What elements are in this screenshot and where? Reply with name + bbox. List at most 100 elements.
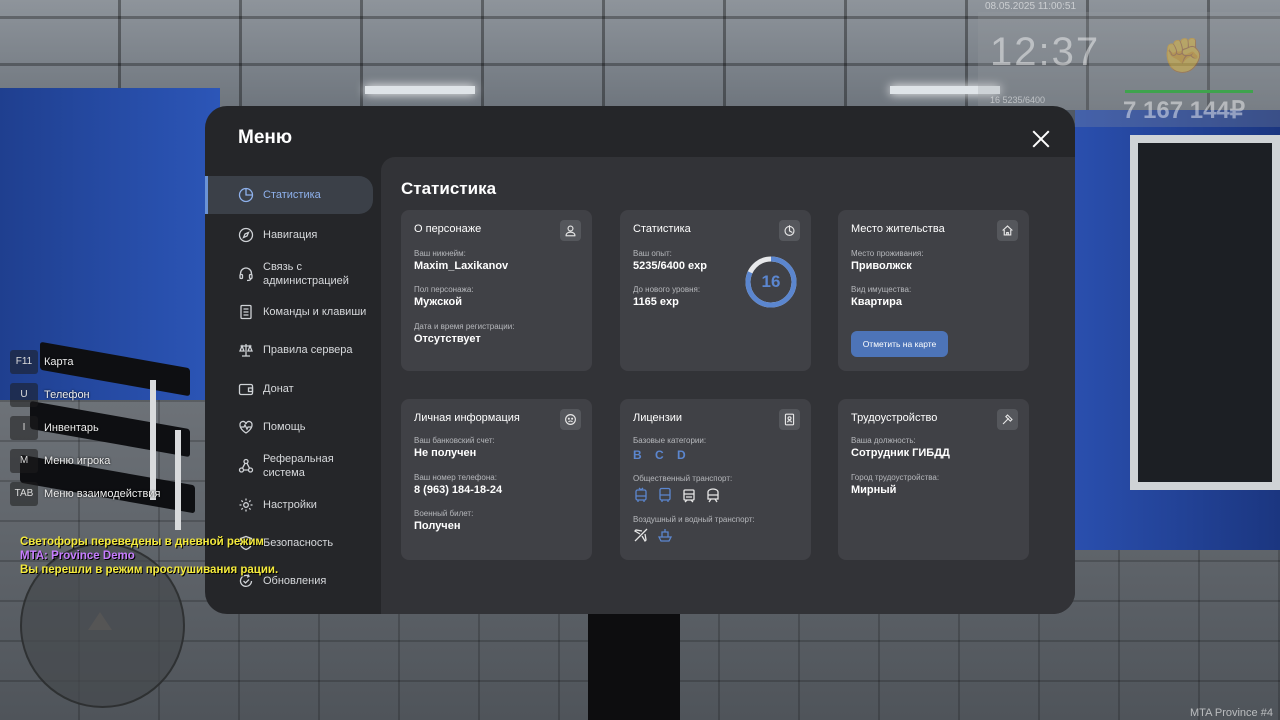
residence-place-label: Место проживания: — [851, 249, 924, 258]
bank-account-label: Ваш банковский счет: — [414, 436, 495, 445]
sidebar-item-label: Навигация — [263, 229, 318, 241]
card-residence: Место жительства Место проживания: Приво… — [838, 210, 1029, 371]
window — [1130, 135, 1280, 490]
hud-level-xp: 16 5235/6400 — [990, 95, 1046, 105]
phone-number-value: 8 (963) 184-18-24 — [414, 484, 503, 496]
hotkey-key: F11 — [10, 349, 38, 374]
hotkey-list: F11 Карта U Телефон I Инвентарь M Меню и… — [10, 345, 170, 510]
property-type-label: Вид имущества: — [851, 285, 912, 294]
hotkey-player-menu: M Меню игрока — [10, 444, 170, 477]
base-categories-value: B C D — [633, 448, 691, 462]
military-id-value: Получен — [414, 520, 461, 532]
bench-leg — [175, 430, 181, 530]
level-number: 16 — [761, 272, 781, 291]
property-type-value: Квартира — [851, 296, 903, 308]
next-level-label: До нового уровня: — [633, 285, 701, 294]
public-transport-label: Общественный транспорт: — [633, 474, 733, 483]
bus-icon — [659, 487, 671, 502]
sidebar-item-label: Правила сервера — [263, 344, 353, 356]
nickname-value: Maxim_Laxikanov — [414, 260, 509, 272]
hud-health-bar — [1125, 90, 1253, 93]
sidebar-item-help[interactable]: Помощь — [205, 408, 373, 446]
job-position-label: Ваша должность: — [851, 436, 916, 445]
ceiling-light — [365, 86, 475, 94]
military-id-label: Военный билет: — [414, 509, 474, 518]
card-title: Место жительства — [851, 223, 945, 235]
chat-line: Вы перешли в режим прослушивания рации. — [20, 564, 279, 576]
chat-line: Светофоры переведены в дневной режим — [20, 536, 264, 548]
sidebar-item-label: Реферальная система — [263, 453, 334, 479]
bank-account-value: Не получен — [414, 447, 477, 459]
hud-money: 7 167 144₽ — [1123, 97, 1246, 124]
base-categories-label: Базовые категории: — [633, 436, 707, 445]
sidebar-item-statistics[interactable]: Статистика — [205, 176, 373, 214]
card-title: Трудоустройство — [851, 412, 938, 424]
wallet-icon — [238, 383, 254, 396]
id-card-icon — [779, 409, 800, 430]
sidebar-item-label: Помощь — [263, 421, 306, 433]
heart-pulse-icon — [239, 420, 253, 434]
phone-number-label: Ваш номер телефона: — [414, 473, 497, 482]
sidebar-item-admin-contact[interactable]: Связь с администрацией — [205, 254, 373, 294]
nickname-label: Ваш никнейм: — [414, 249, 466, 258]
sidebar-item-rules[interactable]: Правила сервера — [205, 331, 373, 369]
sidebar-item-label: Связь с администрацией — [263, 261, 349, 287]
hotkey-key: TAB — [10, 481, 38, 506]
sidebar-item-commands[interactable]: Команды и клавиши — [205, 293, 373, 331]
sidebar-item-referral[interactable]: Реферальная система — [205, 446, 373, 486]
compass-icon — [238, 227, 254, 243]
gear-icon — [239, 498, 253, 512]
job-city-value: Мирный — [851, 484, 897, 496]
card-licenses: Лицензии Базовые категории: B C D Общест… — [620, 399, 811, 560]
card-title: Лицензии — [633, 412, 683, 424]
chat-box: Светофоры переведены в дневной режим MTA… — [20, 535, 278, 577]
tram-icon — [683, 489, 695, 503]
chat-line: MTA: Province Demo — [20, 550, 135, 562]
headset-icon — [239, 267, 253, 282]
residence-place-value: Приволжск — [851, 260, 912, 272]
exp-value: 5235/6400 exp — [633, 260, 708, 272]
registration-label: Дата и время регистрации: — [414, 322, 515, 331]
hotkey-label: Меню взаимодействия — [44, 487, 161, 500]
card-title: Статистика — [633, 223, 691, 235]
menu-modal: Меню Статистика Навигация Связь с админи… — [205, 106, 1075, 614]
menu-title: Меню — [238, 127, 293, 148]
player-arrow-icon — [88, 612, 112, 630]
hotkey-phone: U Телефон — [10, 378, 170, 411]
server-watermark: MTA Province #4 — [1190, 707, 1273, 719]
sidebar-item-label: Команды и клавиши — [263, 306, 367, 318]
hotkey-inventory: I Инвентарь — [10, 411, 170, 444]
card-title: О персонаже — [414, 223, 482, 235]
close-button[interactable] — [1028, 126, 1054, 152]
statistics-panel: Статистика О персонаже Ваш никнейм: Maxi… — [381, 157, 1075, 614]
scales-icon — [239, 344, 253, 357]
hotkey-key: U — [10, 382, 38, 407]
trolleybus-icon — [635, 487, 647, 502]
mark-on-map-button[interactable]: Отметить на карте — [851, 331, 948, 357]
air-water-transport-label: Воздушный и водный транспорт: — [633, 515, 755, 524]
face-icon — [560, 409, 581, 430]
hotkey-key: I — [10, 415, 38, 440]
card-character: О персонаже Ваш никнейм: Maxim_Laxikanov… — [401, 210, 592, 371]
job-city-label: Город трудоустройства: — [851, 473, 940, 482]
user-icon — [560, 220, 581, 241]
card-title: Личная информация — [414, 412, 520, 424]
card-employment: Трудоустройство Ваша должность: Сотрудни… — [838, 399, 1029, 560]
airplane-icon — [633, 528, 648, 543]
sidebar-item-settings[interactable]: Настройки — [205, 486, 373, 524]
player-character — [588, 612, 680, 720]
hud-datetime: 08.05.2025 11:00:51 — [985, 1, 1077, 12]
hud-clock: 12:37 — [990, 30, 1101, 74]
hotkey-label: Телефон — [44, 388, 90, 401]
sidebar-item-donate[interactable]: Донат — [205, 370, 373, 408]
home-icon — [997, 220, 1018, 241]
metro-icon — [707, 488, 719, 503]
sidebar-item-label: Настройки — [263, 499, 317, 511]
gender-value: Мужской — [414, 296, 463, 308]
boat-icon — [657, 529, 673, 542]
hotkey-map: F11 Карта — [10, 345, 170, 378]
next-level-value: 1165 exp — [633, 296, 679, 308]
sidebar-item-navigation[interactable]: Навигация — [205, 216, 373, 254]
card-personal-info: Личная информация Ваш банковский счет: Н… — [401, 399, 592, 560]
document-list-icon — [240, 304, 252, 320]
